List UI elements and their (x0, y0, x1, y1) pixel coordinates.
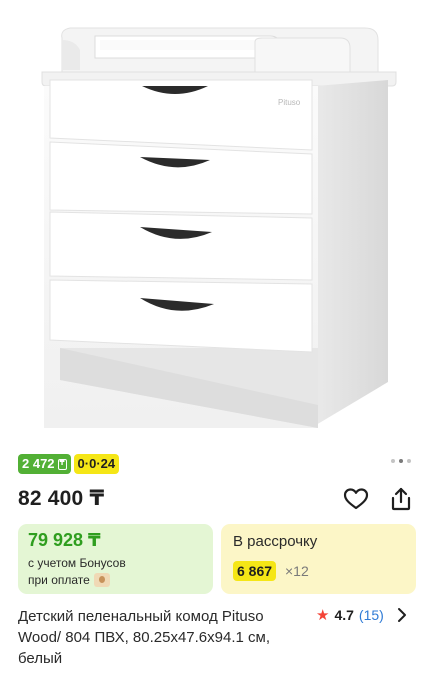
share-button[interactable] (386, 484, 416, 514)
gallery-pagination[interactable] (391, 459, 411, 463)
product-title: Детский пеленальный комод Pituso Wood/ 8… (18, 608, 270, 667)
installment-title: В рассрочку (233, 533, 318, 550)
drawer-4 (49, 279, 313, 353)
drawer-1: Pituso (49, 79, 313, 151)
promo-badges: 2 472 ₸ 0·0·24 (18, 454, 120, 474)
brand-mark: Pituso (278, 98, 301, 107)
gallery-dot[interactable] (407, 459, 411, 463)
share-icon (391, 487, 411, 511)
bonus-currency-icon: ₸ (57, 458, 67, 470)
bonus-payment-text: при оплате (28, 573, 90, 587)
bonus-price-card[interactable]: 79 928 ₸ с учетом Бонусов при оплате (18, 524, 213, 594)
product-image: Pituso (41, 27, 397, 428)
rating-value: 4.7 (334, 607, 354, 623)
product-rating[interactable]: ★ 4.7 (15) (316, 606, 406, 624)
bonus-coin-icon (93, 573, 110, 587)
bonus-caption: с учетом Бонусов (28, 556, 126, 570)
star-icon: ★ (316, 606, 330, 624)
drawer-2 (49, 141, 313, 215)
drawer-3 (49, 211, 313, 281)
gallery-dot[interactable] (391, 459, 395, 463)
installment-card[interactable]: В рассрочку 6 867 ×12 (221, 524, 416, 594)
favorite-button[interactable] (341, 484, 371, 514)
chevron-right-icon[interactable] (397, 607, 407, 623)
bonus-price: 79 928 ₸ (28, 530, 101, 550)
installment-multiplier: ×12 (285, 563, 309, 579)
bonus-badge: 2 472 ₸ (18, 454, 71, 474)
installment-amount: 6 867 (233, 561, 277, 581)
installment-badge: 0·0·24 (73, 454, 120, 474)
bonus-payment-caption: при оплате (28, 573, 110, 587)
heart-icon (343, 488, 369, 510)
gallery-dot-active[interactable] (399, 459, 403, 463)
rating-count[interactable]: (15) (359, 607, 384, 623)
product-gallery[interactable]: Pituso (0, 0, 435, 445)
product-price: 82 400 ₸ (18, 487, 105, 510)
